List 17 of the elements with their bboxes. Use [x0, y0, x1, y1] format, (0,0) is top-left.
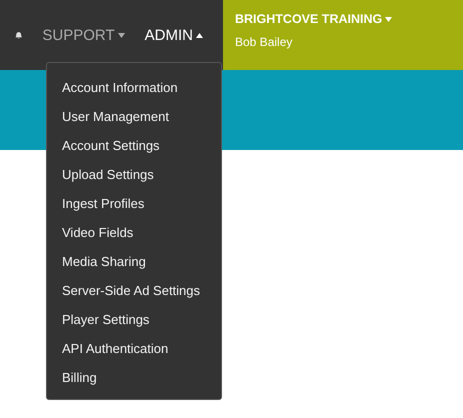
menu-item[interactable]: User Management	[62, 106, 221, 135]
menu-item[interactable]: Account Information	[62, 77, 221, 106]
nav-menu-button[interactable]: ADMIN	[144, 26, 203, 44]
caret-icon	[196, 32, 203, 38]
caret-icon	[118, 32, 125, 38]
menu-item[interactable]: Account Settings	[62, 135, 221, 164]
menu-item[interactable]: Player Settings	[62, 309, 221, 338]
menu-item[interactable]: API Authentication	[62, 338, 221, 367]
caret-icon	[385, 16, 392, 22]
menu-item[interactable]: Video Fields	[62, 222, 221, 251]
menu-item[interactable]: Ingest Profiles	[62, 193, 221, 222]
user-name: Bob Bailey	[235, 35, 294, 49]
menu-item[interactable]: Media Sharing	[62, 251, 221, 280]
menu-item[interactable]: Billing	[62, 367, 221, 396]
nav-menu-button[interactable]: SUPPORT	[42, 26, 125, 44]
menu-item[interactable]: Server-Side Ad Settings	[62, 280, 221, 309]
menu-item[interactable]: Upload Settings	[62, 164, 221, 193]
